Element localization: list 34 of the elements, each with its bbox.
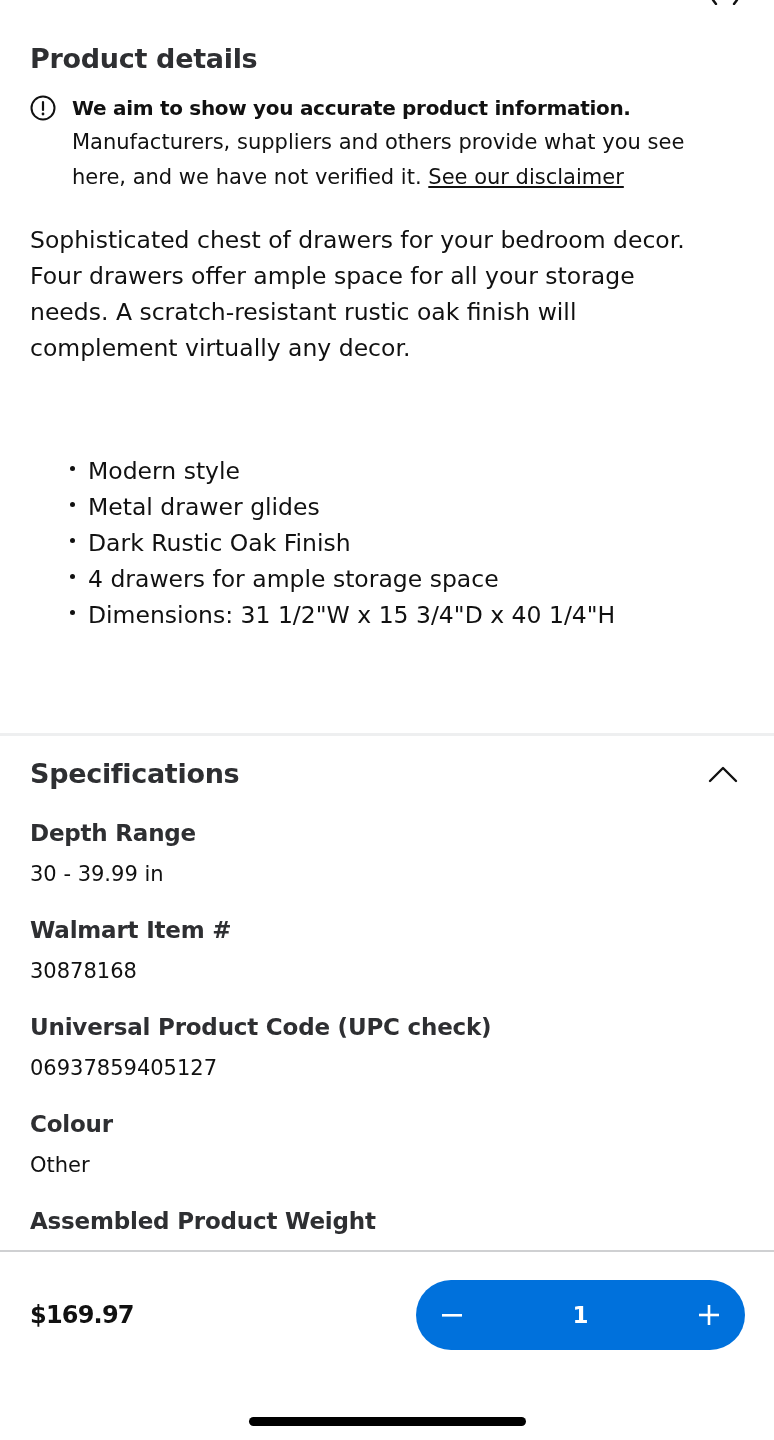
decrease-button[interactable] bbox=[442, 1313, 462, 1317]
bullet-icon bbox=[70, 501, 75, 507]
info-icon bbox=[30, 95, 56, 121]
bullet-icon bbox=[70, 573, 75, 579]
feature-text: 4 drawers for ample storage space bbox=[88, 564, 499, 595]
spec-label: Universal Product Code (UPC check) bbox=[30, 1013, 493, 1042]
feature-text: Metal drawer glides bbox=[88, 492, 320, 523]
spec-value: 30878168 bbox=[30, 958, 138, 985]
feature-text: Dimensions: 31 1/2"W x 15 3/4"D x 40 1/4"H bbox=[88, 600, 616, 631]
feature-text: Dark Rustic Oak Finish bbox=[88, 528, 351, 559]
quantity-value: 1 bbox=[572, 1302, 589, 1328]
bullet-icon bbox=[70, 537, 75, 543]
plus-icon bbox=[699, 1305, 719, 1325]
chevron-icon[interactable] bbox=[708, 765, 738, 783]
notice-text: Manufacturers, suppliers and others provide what you see here, and we have not verified it. See our disclaimer bbox=[72, 129, 686, 191]
spec-value: 30 - 39.99 in bbox=[30, 861, 165, 888]
chevron-icon[interactable] bbox=[710, 0, 740, 5]
bullet-icon bbox=[70, 465, 75, 471]
product-description: Sophisticated chest of drawers for your bedroom decor. Four drawers offer ample space for all your storage needs. A scratch-resistant rustic oak finish will complement virtually any decor. bbox=[30, 225, 686, 364]
spec-label: Walmart Item # bbox=[30, 916, 233, 945]
minus-icon bbox=[442, 1313, 462, 1317]
spec-label: Assembled Product Weight bbox=[30, 1207, 377, 1236]
notice-heading: We aim to show you accurate product information. bbox=[72, 95, 632, 122]
feature-text: Modern style bbox=[88, 456, 240, 487]
section-title: Product details bbox=[30, 42, 259, 76]
bullet-icon bbox=[70, 609, 75, 615]
section-title: Specifications bbox=[30, 757, 240, 791]
spec-label: Depth Range bbox=[30, 819, 197, 848]
increase-button[interactable] bbox=[699, 1305, 719, 1325]
spec-value: 06937859405127 bbox=[30, 1055, 219, 1082]
disclaimer-link[interactable]: See our disclaimer bbox=[428, 165, 624, 189]
price: $169.97 bbox=[30, 1301, 134, 1329]
spec-value: Other bbox=[30, 1152, 91, 1179]
spec-label: Colour bbox=[30, 1110, 114, 1139]
